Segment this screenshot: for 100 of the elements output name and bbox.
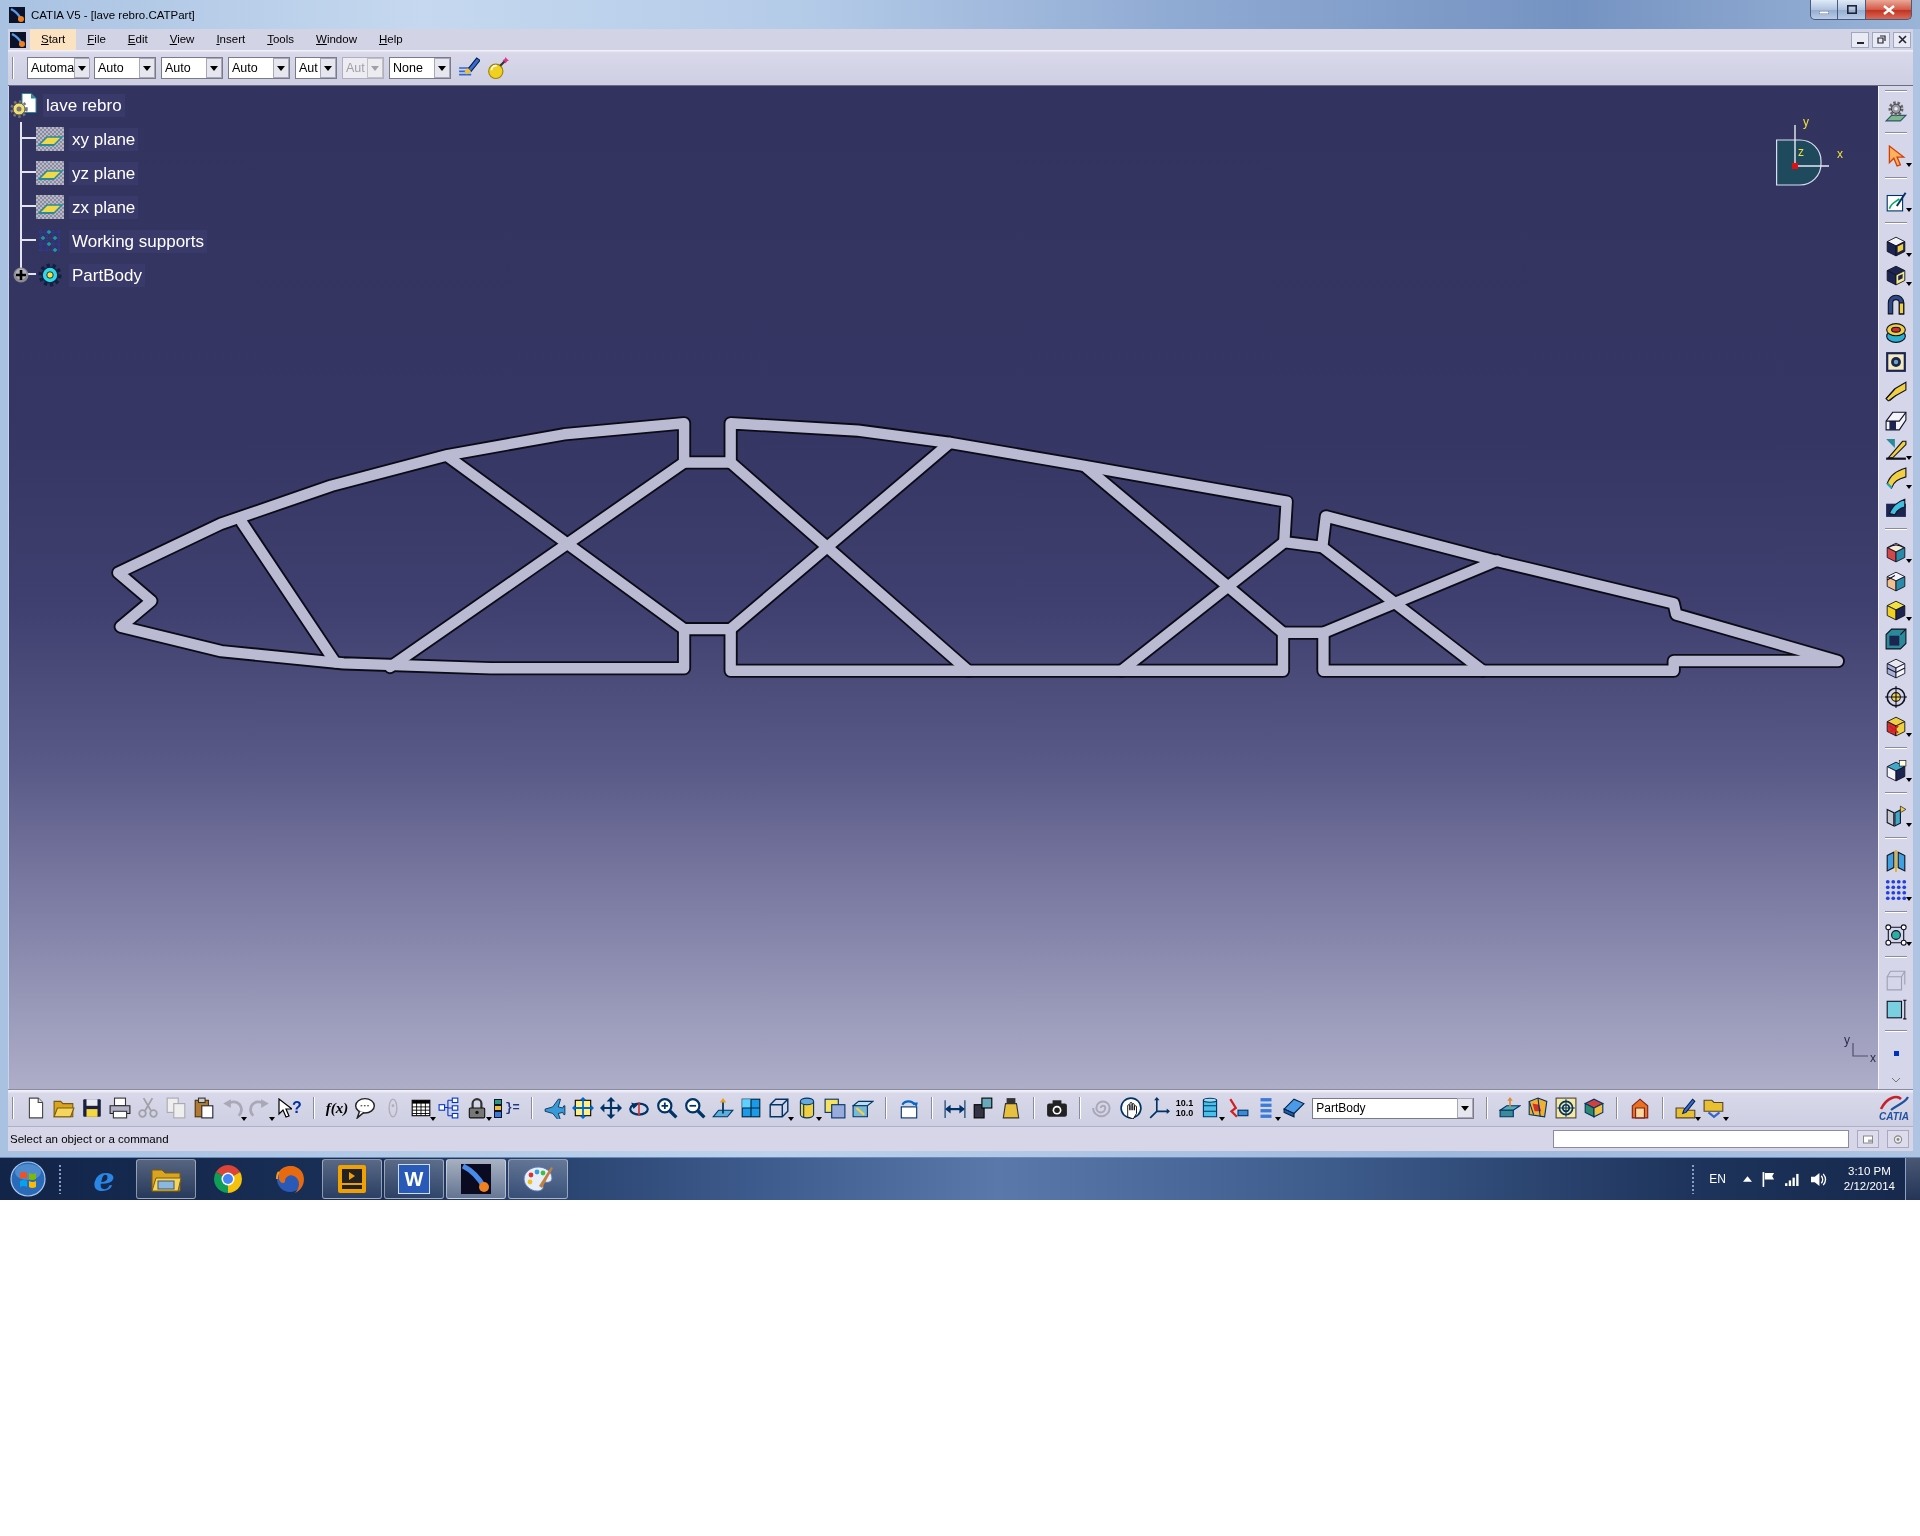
plane-arrow-icon[interactable] <box>711 1097 734 1119</box>
dropdown-caret-icon[interactable] <box>1906 208 1912 212</box>
dropdown[interactable]: Auto <box>161 56 223 79</box>
plane-tile-icon[interactable] <box>36 161 64 185</box>
clock-button[interactable]: 3:10 PM 2/12/2014 <box>1843 1164 1895 1194</box>
zigzag-link-icon[interactable] <box>1227 1097 1250 1119</box>
folder-pen-icon[interactable] <box>1675 1097 1698 1119</box>
split-block-icon[interactable] <box>1885 759 1907 782</box>
taskbar-button[interactable] <box>508 1159 568 1199</box>
square-hole-icon[interactable] <box>1885 350 1907 373</box>
sweep-icon[interactable] <box>1885 379 1907 402</box>
dropdown-caret-icon[interactable] <box>1906 163 1912 167</box>
airplane-icon[interactable] <box>543 1097 566 1119</box>
dropdown[interactable]: Aut <box>295 56 337 79</box>
folder-arrow-icon[interactable] <box>1703 1097 1726 1119</box>
minimize-button[interactable] <box>1851 31 1869 48</box>
help-button[interactable]: ? <box>274 1094 305 1122</box>
flag-icon[interactable] <box>1761 1171 1775 1187</box>
four-panes-icon[interactable] <box>739 1097 762 1119</box>
comet-icon[interactable] <box>9 6 25 23</box>
body-dropdown[interactable]: PartBody <box>1312 1097 1475 1119</box>
dot-grid-icon[interactable] <box>1885 878 1907 901</box>
target-icon[interactable] <box>1555 1097 1578 1119</box>
dropdown-caret-icon[interactable] <box>1723 1117 1730 1121</box>
block-icon[interactable] <box>1885 234 1907 257</box>
dropdown[interactable]: None <box>389 56 451 79</box>
four-way-arrow-icon[interactable] <box>599 1097 622 1119</box>
dropdown[interactable]: Auto <box>228 56 290 79</box>
zoom-in-icon[interactable] <box>655 1097 678 1119</box>
menu-item[interactable]: Start <box>30 29 77 50</box>
plane-tile-icon[interactable] <box>36 127 64 151</box>
dropdown[interactable]: Automa <box>27 56 89 79</box>
tapered-block-icon[interactable] <box>1885 598 1907 621</box>
tree-item[interactable]: zx plane <box>69 195 139 219</box>
tree-item[interactable]: Working supports <box>69 229 207 253</box>
dropdown[interactable]: Auto <box>94 56 156 79</box>
taskbar-button[interactable] <box>136 1159 196 1199</box>
menu-item[interactable]: Insert <box>205 29 257 50</box>
menu-item[interactable]: File <box>76 29 117 50</box>
restore-button[interactable] <box>1872 31 1890 48</box>
dropdown-caret-icon[interactable] <box>1906 778 1912 782</box>
wedge-icon[interactable] <box>1885 437 1907 460</box>
fit-frame-icon[interactable] <box>571 1097 594 1119</box>
crosshair-icon[interactable] <box>1885 685 1907 708</box>
tilted-plane-icon[interactable] <box>1283 1097 1306 1119</box>
zoom-out-icon[interactable] <box>683 1097 706 1119</box>
point-icon[interactable] <box>1893 1051 1899 1056</box>
viewport[interactable]: lave rebro xy plane yz plane zx plane Working supports PartBody y z x y x <box>8 86 1878 1089</box>
two-plates-icon[interactable] <box>1885 804 1907 827</box>
maximize-button[interactable] <box>1838 0 1866 20</box>
axis-arrows-icon[interactable] <box>1147 1097 1170 1119</box>
menu-item[interactable]: Window <box>305 29 368 50</box>
gear-icon[interactable] <box>1885 99 1907 122</box>
formula-button[interactable]: f(x) <box>322 1094 352 1122</box>
dropdown-caret-icon[interactable] <box>241 1117 247 1121</box>
show-desktop-button[interactable] <box>1905 1158 1920 1200</box>
language-indicator[interactable]: EN <box>1709 1172 1726 1186</box>
dropdown-caret-icon[interactable] <box>1906 823 1912 827</box>
dropdown-caret-icon[interactable] <box>1906 456 1912 460</box>
scale-handles-icon[interactable] <box>1885 923 1907 946</box>
taskbar-button[interactable]: e <box>74 1159 134 1199</box>
dropdown-caret-icon[interactable] <box>1906 942 1912 946</box>
menu-item[interactable]: Tools <box>256 29 306 50</box>
bevel-block-icon[interactable] <box>1885 569 1907 592</box>
gear-icon[interactable] <box>36 263 64 287</box>
dropdown-caret-icon[interactable] <box>1219 1117 1226 1121</box>
dropdown-caret-icon[interactable] <box>1906 253 1912 257</box>
dropdown-caret-icon[interactable] <box>1906 559 1912 563</box>
units-button[interactable]: 10.1 10.0 <box>1172 1094 1197 1122</box>
dropdown-caret-icon[interactable] <box>1906 282 1912 286</box>
close-button[interactable] <box>1866 0 1912 20</box>
taskbar-button[interactable] <box>446 1159 506 1199</box>
dimension-arrow-icon[interactable] <box>943 1097 966 1119</box>
status-button[interactable] <box>1887 1130 1909 1148</box>
dropdown-caret-icon[interactable] <box>1906 485 1912 489</box>
tree-item[interactable]: lave rebro <box>43 93 125 117</box>
hollow-block-icon[interactable] <box>1885 627 1907 650</box>
menu-item[interactable]: Help <box>367 29 414 50</box>
table-grid-icon[interactable] <box>410 1097 433 1119</box>
comet-icon[interactable] <box>10 31 26 48</box>
hand-globe-icon[interactable] <box>1119 1097 1142 1119</box>
printer-icon[interactable] <box>109 1097 131 1119</box>
dropdown-caret-icon[interactable] <box>486 1117 493 1121</box>
plane-tile-icon[interactable] <box>36 195 64 219</box>
dropdown-caret-icon[interactable] <box>1906 897 1912 901</box>
camera-icon[interactable] <box>1045 1097 1068 1119</box>
stacked-blocks-icon[interactable] <box>971 1097 994 1119</box>
overlapping-squares-icon[interactable] <box>823 1097 846 1119</box>
speech-bubble-icon[interactable] <box>354 1097 377 1119</box>
arch-icon[interactable] <box>1885 292 1907 315</box>
dropdown-caret-icon[interactable] <box>1906 733 1912 737</box>
slab-arrow-icon[interactable] <box>1499 1097 1522 1119</box>
status-button[interactable] <box>1857 1130 1879 1148</box>
tree-item[interactable]: xy plane <box>69 127 139 151</box>
signal-bars-icon[interactable] <box>1784 1172 1800 1186</box>
scroll-down-icon[interactable] <box>1892 1078 1900 1083</box>
taskbar-button[interactable] <box>322 1159 382 1199</box>
close-button[interactable] <box>1893 31 1911 48</box>
clipboard-icon[interactable] <box>193 1097 215 1119</box>
wire-cube-icon[interactable] <box>767 1097 790 1119</box>
